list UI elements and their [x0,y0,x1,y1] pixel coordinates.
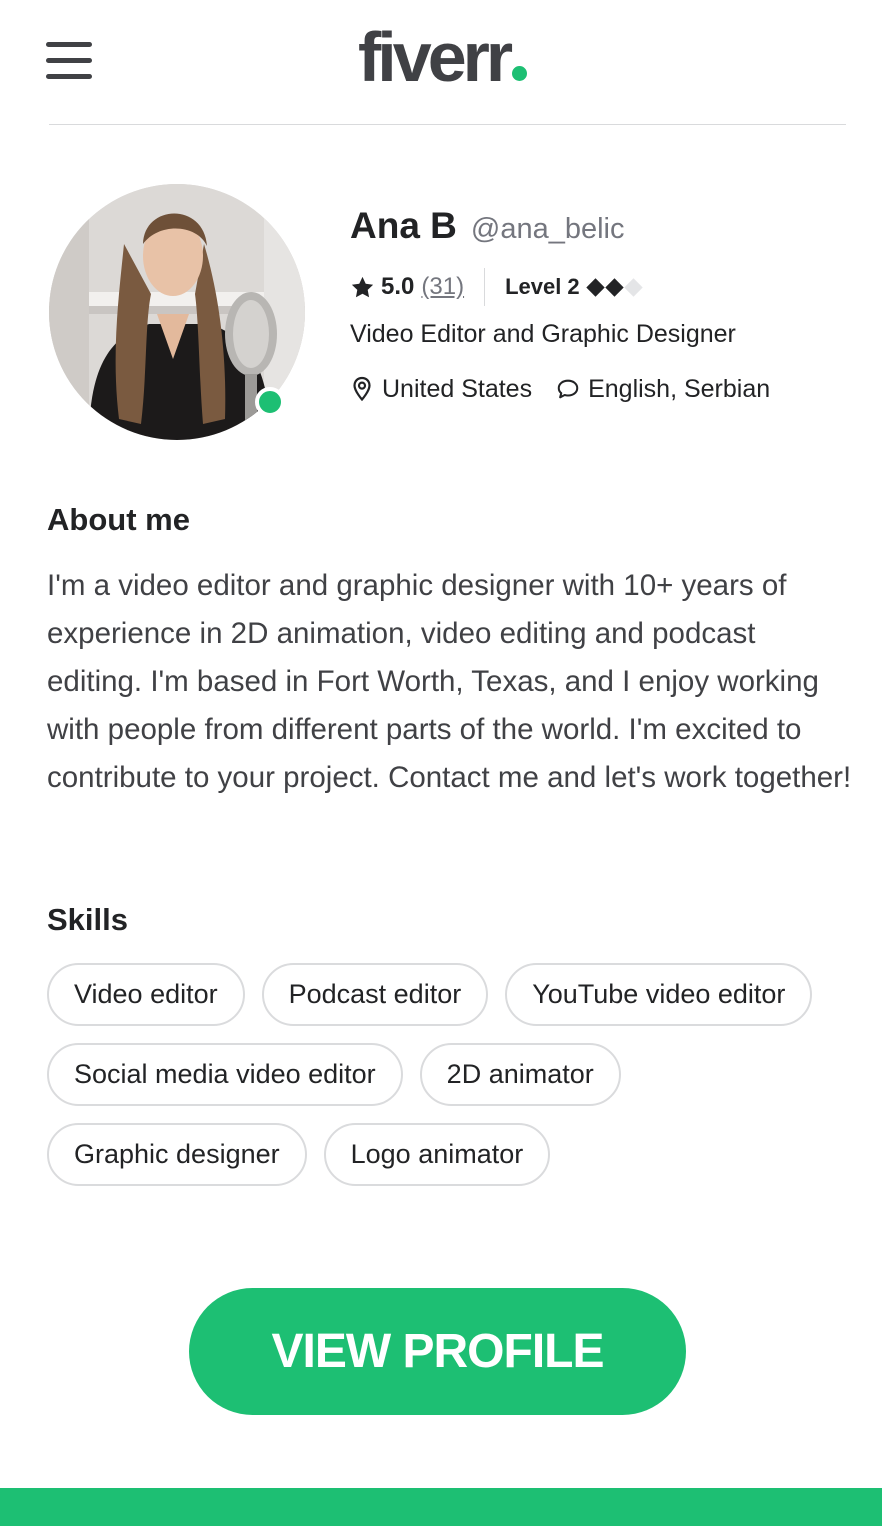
skill-chip[interactable]: Graphic designer [47,1123,307,1186]
skill-chip[interactable]: Social media video editor [47,1043,403,1106]
online-status-dot [255,387,285,417]
logo-dot [512,66,528,81]
skill-chip[interactable]: 2D animator [419,1043,621,1106]
skill-chip[interactable]: Podcast editor [261,963,489,1026]
hamburger-menu-icon[interactable] [46,42,93,82]
view-profile-button[interactable]: VIEW PROFILE [189,1288,686,1415]
header-divider [49,124,846,125]
seller-level: Level 2 [505,274,580,299]
about-heading: About me [47,502,190,537]
seller-username: @ana_belic [470,213,625,245]
rating-score: 5.0 [381,273,415,300]
skills-heading: Skills [47,902,128,937]
footer-bar [0,1488,882,1526]
seller-title: Video Editor and Graphic Designer [350,320,736,348]
meta-row: United States English, Serbian [350,371,770,407]
skill-chip[interactable]: Logo animator [323,1123,551,1186]
seller-name[interactable]: Ana B [350,205,457,247]
rating-separator [484,268,486,306]
speech-bubble-icon [557,379,579,399]
skills-list: Video editor Podcast editor YouTube vide… [47,963,847,1186]
logo-text: fiverr [358,18,513,96]
level-diamond-icon [604,277,624,297]
star-icon [351,276,374,297]
seller-languages: English, Serbian [588,374,771,403]
location-pin-icon [353,376,371,402]
header: fiverr [0,0,882,126]
skill-chip[interactable]: YouTube video editor [505,963,813,1026]
skill-chip[interactable]: Video editor [47,963,245,1026]
fiverr-logo[interactable]: fiverr [358,18,528,96]
about-text: I'm a video editor and graphic designer … [47,569,852,794]
seller-location: United States [382,374,533,403]
level-diamonds [585,277,643,297]
profile-info: Ana B @ana_belic 5.0 (31) Level 2 Video … [350,205,850,403]
avatar-container[interactable] [49,184,305,440]
review-count-link[interactable]: (31) [421,273,464,301]
level-diamond-icon [585,277,605,297]
rating-row: 5.0 (31) Level 2 [350,267,643,307]
name-row: Ana B @ana_belic [350,205,850,251]
level-diamond-icon [623,277,643,297]
